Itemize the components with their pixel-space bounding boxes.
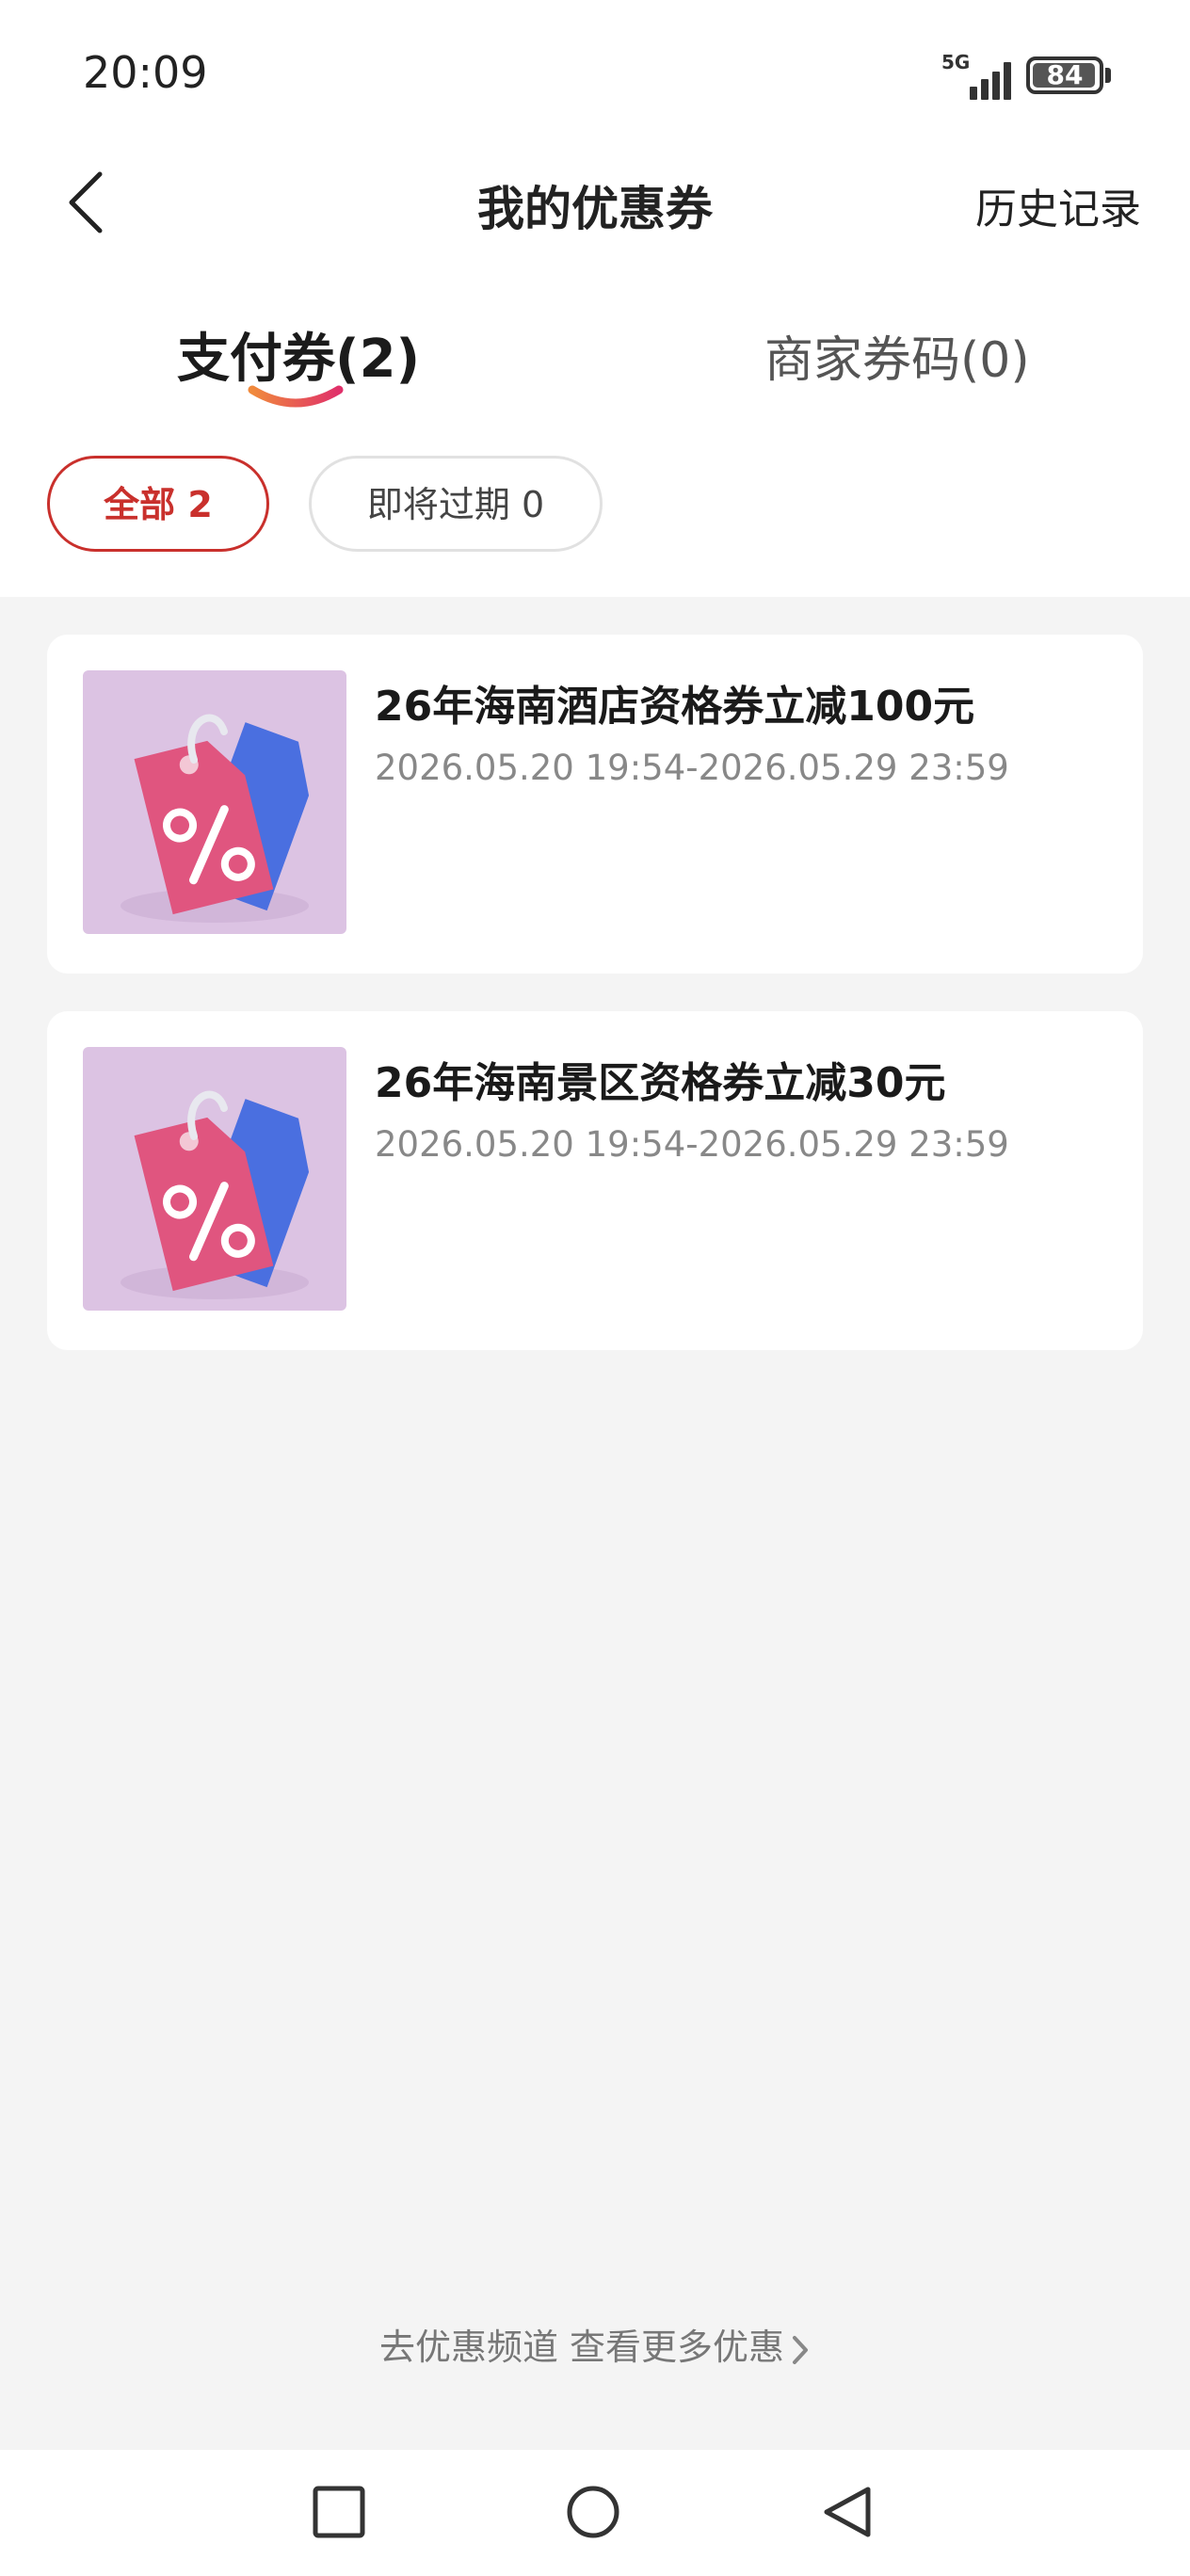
home-button[interactable] [565, 2484, 621, 2540]
coupon-name: 26年海南酒店资格券立减100元 [375, 683, 975, 731]
more-offers-link[interactable]: 去优惠频道 查看更多优惠 [0, 2318, 1190, 2370]
coupon-validity: 2026.05.20 19:54-2026.05.29 23:59 [375, 1124, 1009, 1165]
history-button[interactable]: 历史记录 [975, 175, 1141, 235]
system-nav-bar [0, 2450, 1190, 2576]
recent-apps-button[interactable] [311, 2484, 367, 2540]
status-time: 20:09 [83, 47, 208, 98]
tab-merchant-codes[interactable]: 商家券码(0) [764, 320, 1030, 391]
more-offers-label: 去优惠频道 查看更多优惠 [378, 2326, 785, 2368]
filter-all-chip[interactable]: 全部 2 [47, 456, 269, 552]
chevron-right-icon [793, 2335, 809, 2364]
coupon-card[interactable]: 26年海南酒店资格券立减100元 2026.05.20 19:54-2026.0… [47, 635, 1143, 974]
discount-tag-icon [83, 670, 346, 934]
battery-tip [1105, 68, 1111, 83]
battery-icon: 84 [1026, 56, 1103, 94]
signal-icon: 5G [941, 51, 1015, 100]
battery-level: 84 [1046, 59, 1084, 90]
home-icon [567, 2486, 619, 2538]
coupon-validity: 2026.05.20 19:54-2026.05.29 23:59 [375, 748, 1009, 788]
coupon-name: 26年海南景区资格券立减30元 [375, 1059, 946, 1107]
back-nav-icon [824, 2487, 871, 2537]
discount-tag-icon [83, 1047, 346, 1311]
filter-expiring-chip[interactable]: 即将过期 0 [309, 456, 603, 552]
coupon-card[interactable]: 26年海南景区资格券立减30元 2026.05.20 19:54-2026.05… [47, 1011, 1143, 1350]
recent-apps-icon [313, 2486, 365, 2538]
coupon-thumbnail [83, 670, 346, 934]
coupon-thumbnail [83, 1047, 346, 1311]
tab-active-indicator [248, 385, 344, 408]
network-type: 5G [941, 51, 971, 73]
back-nav-button[interactable] [819, 2484, 876, 2540]
